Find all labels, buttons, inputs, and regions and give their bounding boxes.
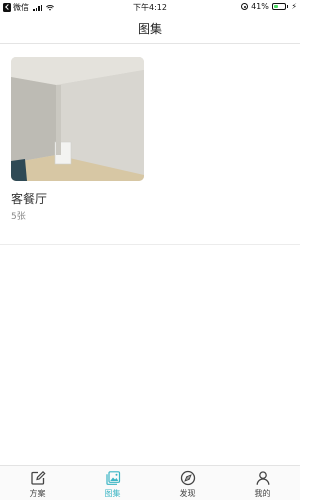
tab-bar: 方案 图集 发现 我的	[0, 465, 300, 500]
section-divider	[0, 244, 300, 245]
album-name[interactable]: 客餐厅	[11, 190, 47, 207]
battery-percent: 41%	[251, 2, 269, 11]
tab-gallery[interactable]: 图集	[75, 466, 150, 500]
compass-icon	[180, 470, 196, 486]
tab-label-profile: 我的	[254, 489, 271, 498]
page-title: 图集	[137, 22, 162, 36]
tab-discover[interactable]: 发现	[150, 466, 225, 500]
tab-label-discover: 发现	[179, 489, 196, 498]
tab-profile[interactable]: 我的	[225, 466, 300, 500]
tab-plans[interactable]: 方案	[0, 466, 75, 500]
nav-bar: 图集	[0, 14, 300, 44]
battery-tip	[286, 5, 289, 8]
room-render-image	[11, 57, 144, 181]
battery-fill	[273, 5, 278, 8]
gallery-icon	[105, 470, 121, 486]
rotation-lock-icon	[241, 3, 249, 10]
user-icon	[255, 470, 271, 486]
edit-icon	[30, 470, 46, 486]
tab-label-plans: 方案	[29, 489, 46, 498]
status-bar: 微信 下午4:12 41% ⚡	[0, 0, 300, 14]
album-thumbnail[interactable]	[11, 57, 144, 181]
status-right: 41% ⚡	[241, 2, 297, 11]
album-card[interactable]	[11, 57, 144, 181]
charging-icon: ⚡	[291, 2, 297, 11]
album-photo-count: 5张	[11, 212, 26, 222]
battery-icon	[271, 3, 286, 10]
tab-label-gallery: 图集	[104, 489, 121, 498]
